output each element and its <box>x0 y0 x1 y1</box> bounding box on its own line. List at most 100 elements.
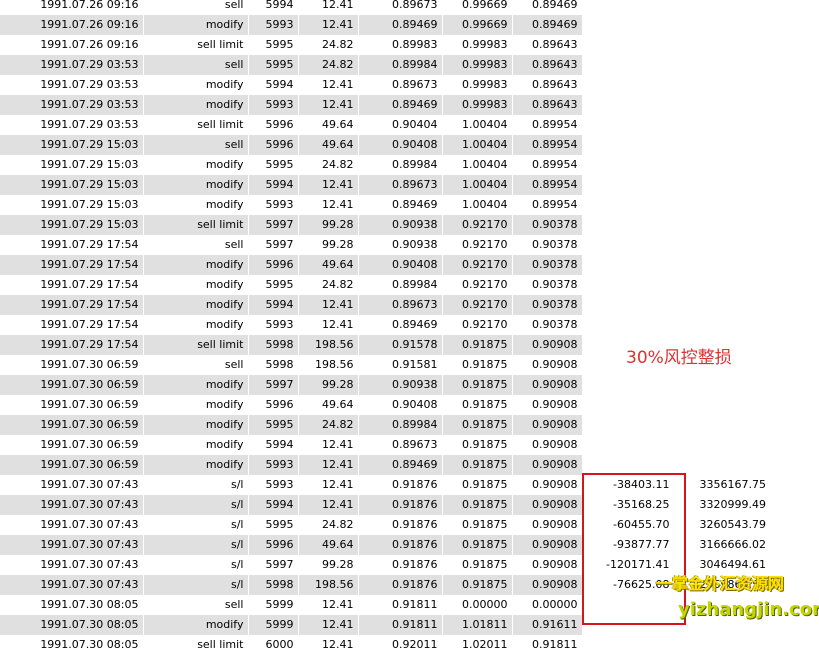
size-cell: 12.41 <box>297 175 358 195</box>
size-cell: 49.64 <box>297 115 358 135</box>
type-cell: s/l <box>142 575 248 595</box>
table-row: 1991.07.29 17:54 modify 5996 49.64 0.90408 0.… <box>0 255 770 275</box>
price-cell: 0.91876 <box>357 535 442 555</box>
type-cell: modify <box>142 275 248 295</box>
price-cell: 0.90938 <box>357 215 442 235</box>
price-cell: 0.89984 <box>357 155 442 175</box>
table-row: 1991.07.29 17:54 modify 5994 12.41 0.89673 0.… <box>0 295 770 315</box>
order-cell: 5993 <box>247 15 298 35</box>
profit-cell <box>581 35 674 55</box>
price-cell: 0.89469 <box>357 315 442 335</box>
time-cell: 1991.07.29 03:53 <box>0 75 143 95</box>
tp-cell: 1.00404 <box>441 135 512 155</box>
type-cell: modify <box>142 95 248 115</box>
order-cell: 5999 <box>247 615 298 635</box>
order-cell: 5999 <box>247 595 298 615</box>
type-cell: sell <box>142 0 248 15</box>
balance-cell <box>673 0 770 15</box>
table-row: 1991.07.29 03:53 sell 5995 24.82 0.89984 0.99… <box>0 55 770 75</box>
price-cell: 0.90408 <box>357 255 442 275</box>
table-row: 1991.07.30 07:43 s/l 5996 49.64 0.91876 0.918… <box>0 535 770 555</box>
order-cell: 5996 <box>247 535 298 555</box>
sl-cell: 0.90378 <box>511 315 582 335</box>
size-cell: 12.41 <box>297 295 358 315</box>
sl-cell: 0.00000 <box>511 595 582 615</box>
size-cell: 198.56 <box>297 575 358 595</box>
tp-cell: 0.91875 <box>441 495 512 515</box>
table-row: 1991.07.30 08:05 sell limit 6000 12.41 0.920… <box>0 635 770 655</box>
table-row: 1991.07.29 15:03 sell limit 5997 99.28 0.909… <box>0 215 770 235</box>
type-cell: modify <box>142 315 248 335</box>
table-row: 1991.07.30 06:59 modify 5994 12.41 0.89673 0.… <box>0 435 770 455</box>
price-cell: 0.89673 <box>357 0 442 15</box>
price-cell: 0.91876 <box>357 515 442 535</box>
tp-cell: 0.91875 <box>441 435 512 455</box>
type-cell: modify <box>142 375 248 395</box>
watermark-chinese: 一掌金外汇资源网 <box>656 574 785 593</box>
time-cell: 1991.07.29 17:54 <box>0 335 143 355</box>
balance-cell <box>673 295 770 315</box>
table-row: 1991.07.29 03:53 modify 5993 12.41 0.89469 0.… <box>0 95 770 115</box>
tp-cell: 0.91875 <box>441 335 512 355</box>
size-cell: 198.56 <box>297 335 358 355</box>
sl-cell: 0.89643 <box>511 75 582 95</box>
type-cell: sell <box>142 55 248 75</box>
order-cell: 5993 <box>247 455 298 475</box>
order-cell: 5993 <box>247 95 298 115</box>
type-cell: modify <box>142 195 248 215</box>
profit-cell <box>581 235 674 255</box>
profit-cell <box>581 0 674 15</box>
type-cell: sell <box>142 135 248 155</box>
price-cell: 0.91876 <box>357 495 442 515</box>
tp-cell: 0.92170 <box>441 295 512 315</box>
sl-cell: 0.89469 <box>511 0 582 15</box>
sl-cell: 0.90908 <box>511 575 582 595</box>
size-cell: 12.41 <box>297 455 358 475</box>
time-cell: 1991.07.30 07:43 <box>0 475 143 495</box>
order-cell: 5994 <box>247 75 298 95</box>
sl-cell: 0.89954 <box>511 155 582 175</box>
time-cell: 1991.07.29 03:53 <box>0 95 143 115</box>
type-cell: sell <box>142 595 248 615</box>
table-row: 1991.07.29 15:03 sell 5996 49.64 0.90408 1.00… <box>0 135 770 155</box>
order-cell: 5997 <box>247 375 298 395</box>
size-cell: 49.64 <box>297 135 358 155</box>
time-cell: 1991.07.30 06:59 <box>0 455 143 475</box>
balance-cell <box>673 435 770 455</box>
tp-cell: 1.00404 <box>441 175 512 195</box>
risk-annotation-label: 30%风控整损 <box>626 348 732 368</box>
order-cell: 5993 <box>247 315 298 335</box>
sl-cell: 0.89469 <box>511 15 582 35</box>
price-cell: 0.91578 <box>357 335 442 355</box>
balance-cell <box>673 15 770 35</box>
tp-cell: 0.92170 <box>441 235 512 255</box>
price-cell: 0.89673 <box>357 295 442 315</box>
profit-cell <box>581 395 674 415</box>
price-cell: 0.91876 <box>357 575 442 595</box>
size-cell: 12.41 <box>297 495 358 515</box>
order-cell: 5995 <box>247 35 298 55</box>
order-cell: 5995 <box>247 415 298 435</box>
tp-cell: 0.92170 <box>441 215 512 235</box>
sl-cell: 0.90378 <box>511 235 582 255</box>
sl-cell: 0.89643 <box>511 35 582 55</box>
tp-cell: 0.91875 <box>441 355 512 375</box>
sl-cell: 0.91811 <box>511 635 582 655</box>
price-cell: 0.89984 <box>357 415 442 435</box>
type-cell: modify <box>142 455 248 475</box>
order-cell: 5994 <box>247 0 298 15</box>
table-row: 1991.07.29 17:54 modify 5995 24.82 0.89984 0.… <box>0 275 770 295</box>
tp-cell: 1.00404 <box>441 155 512 175</box>
time-cell: 1991.07.29 15:03 <box>0 195 143 215</box>
table-row: 1991.07.29 15:03 modify 5995 24.82 0.89984 1.… <box>0 155 770 175</box>
size-cell: 24.82 <box>297 35 358 55</box>
time-cell: 1991.07.30 07:43 <box>0 515 143 535</box>
balance-cell <box>673 275 770 295</box>
price-cell: 0.89984 <box>357 55 442 75</box>
sl-cell: 0.89643 <box>511 55 582 75</box>
size-cell: 12.41 <box>297 475 358 495</box>
table-row: 1991.07.26 09:16 sell 5994 12.41 0.89673 0.99… <box>0 0 770 15</box>
balance-cell <box>673 375 770 395</box>
tp-cell: 0.99669 <box>441 15 512 35</box>
size-cell: 12.41 <box>297 15 358 35</box>
